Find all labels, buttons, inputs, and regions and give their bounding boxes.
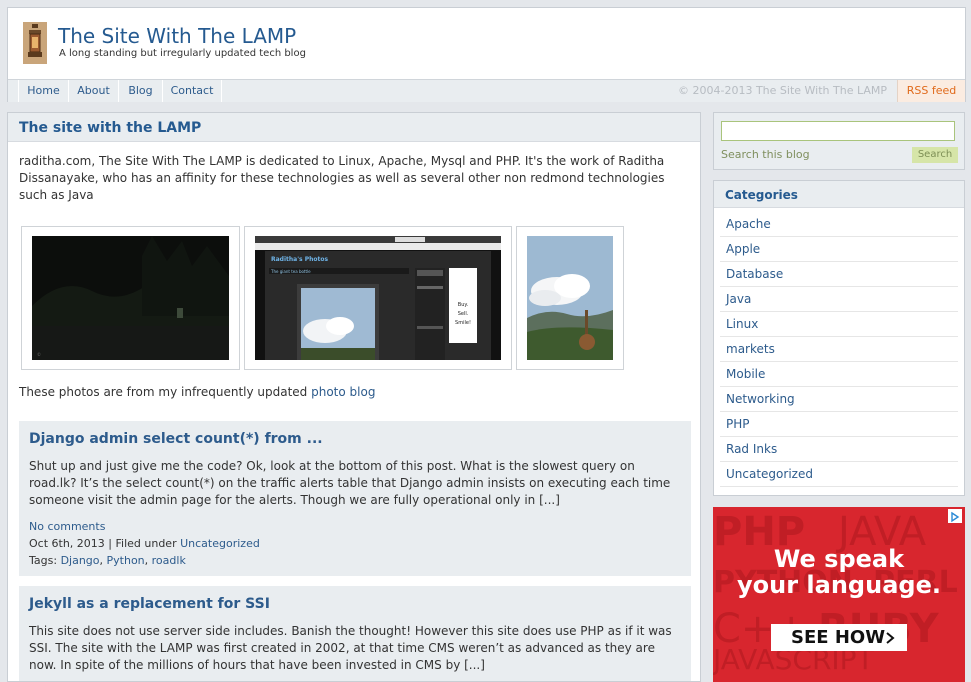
category-link-php[interactable]: PHP (726, 417, 750, 431)
list-item: markets (720, 337, 958, 362)
site-tagline: A long standing but irregularly updated … (59, 48, 306, 59)
main-nav: Home About Blog Contact © 2004-2013 The … (8, 79, 965, 102)
categories-heading: Categories (714, 181, 964, 208)
lantern-icon[interactable] (23, 22, 47, 64)
intro-text: raditha.com, The Site With The LAMP is d… (19, 154, 665, 202)
post-excerpt: Shut up and just give me the code? Ok, l… (29, 459, 671, 507)
photo-blog-screenshot: Raditha's Photos The giant tea bottle Bu… (255, 236, 501, 360)
list-item: Uncategorized (720, 462, 958, 487)
category-link-networking[interactable]: Networking (726, 392, 795, 406)
screenshot-post-title: The giant tea bottle (270, 269, 311, 274)
photo-landscape (527, 236, 613, 360)
photo-blog-link[interactable]: photo blog (311, 385, 375, 399)
list-item: Java (720, 287, 958, 312)
search-input[interactable] (721, 121, 955, 141)
screenshot-side-text-3: Smile! (455, 320, 471, 326)
photo-thumb-night[interactable]: © (21, 226, 240, 370)
screenshot-side-text-1: Buy. (458, 302, 469, 308)
category-link-apache[interactable]: Apache (726, 217, 771, 231)
tag-link-python[interactable]: Python (107, 554, 145, 567)
search-label: Search this blog (721, 148, 810, 161)
post-title: Django admin select count(*) from ... (29, 421, 681, 447)
ad-banner[interactable]: PHP JAVA PYTHON PERL C++ RUBY JAVASCRIPT… (713, 507, 965, 682)
list-item: Linux (720, 312, 958, 337)
list-item: Rad Inks (720, 437, 958, 462)
photo-note-text: These photos are from my infrequently up… (19, 385, 312, 399)
category-link-markets[interactable]: markets (726, 342, 775, 356)
post-date: Oct 6th, 2013 (29, 537, 105, 550)
list-item: Database (720, 262, 958, 287)
photo-night: © (32, 236, 229, 360)
screenshot-site-name: Raditha's Photos (271, 256, 328, 263)
post-title-link[interactable]: Django admin select count(*) from ... (29, 431, 323, 447)
post-card: Jekyll as a replacement for SSI This sit… (19, 586, 691, 681)
post-excerpt: This site does not use server side inclu… (29, 624, 672, 672)
ad-headline-2: your language. (737, 571, 941, 599)
site-title[interactable]: The Site With The LAMP (58, 24, 296, 48)
photo-strip: © Raditha's Photos The giant tea bottle (21, 226, 641, 372)
ad-info-icon[interactable] (948, 509, 962, 523)
post-date-line: Oct 6th, 2013 | Filed under Uncategorize… (29, 537, 260, 550)
search-button[interactable]: Search (912, 147, 958, 163)
category-link-uncategorized[interactable]: Uncategorized (726, 467, 813, 481)
rss-feed-link[interactable]: RSS feed (897, 80, 965, 102)
tags-label: Tags: (29, 554, 58, 567)
list-item: PHP (720, 412, 958, 437)
category-link-linux[interactable]: Linux (726, 317, 758, 331)
photo-thumb-landscape[interactable] (516, 226, 624, 370)
intro-heading: The site with the LAMP (8, 113, 700, 142)
site-header: The Site With The LAMP A long standing b… (7, 7, 966, 102)
category-link-mobile[interactable]: Mobile (726, 367, 765, 381)
screenshot-side-text-2: Sell. (458, 311, 469, 317)
list-item: Apple (720, 237, 958, 262)
nav-contact[interactable]: Contact (163, 80, 222, 102)
comments-link[interactable]: No comments (29, 520, 105, 533)
filed-label: Filed under (115, 537, 177, 550)
categories-widget: Categories Apache Apple Database Java Li… (713, 180, 965, 496)
post-category-link[interactable]: Uncategorized (180, 537, 260, 550)
category-link-java[interactable]: Java (726, 292, 751, 306)
nav-home[interactable]: Home (18, 80, 69, 102)
category-link-rad-inks[interactable]: Rad Inks (726, 442, 777, 456)
nav-blog[interactable]: Blog (119, 80, 163, 102)
nav-about[interactable]: About (69, 80, 119, 102)
tag-link-django[interactable]: Django (61, 554, 100, 567)
post-card: Django admin select count(*) from ... Sh… (19, 421, 691, 576)
post-comments: No comments (29, 518, 681, 535)
chevron-right-icon (886, 632, 895, 644)
category-list: Apache Apple Database Java Linux markets… (720, 212, 958, 487)
photo-note: These photos are from my infrequently up… (19, 385, 375, 399)
main-content: The site with the LAMP raditha.com, The … (7, 112, 701, 682)
post-title: Jekyll as a replacement for SSI (29, 586, 681, 612)
copyright-text: © 2004-2013 The Site With The LAMP (678, 84, 887, 97)
list-item: Apache (720, 212, 958, 237)
tag-link-roadlk[interactable]: roadlk (152, 554, 186, 567)
ad-cta-label: SEE HOW (791, 627, 886, 648)
photo-thumb-screenshot[interactable]: Raditha's Photos The giant tea bottle Bu… (244, 226, 512, 370)
category-link-apple[interactable]: Apple (726, 242, 760, 256)
post-title-link[interactable]: Jekyll as a replacement for SSI (29, 596, 270, 612)
ad-cta-button[interactable]: SEE HOW (771, 624, 907, 651)
category-link-database[interactable]: Database (726, 267, 783, 281)
search-widget: Search this blog Search (713, 112, 965, 170)
post-tags-line: Tags: Django, Python, roadlk (29, 554, 186, 567)
list-item: Networking (720, 387, 958, 412)
svg-text:©: © (37, 352, 41, 357)
list-item: Mobile (720, 362, 958, 387)
ad-headline-1: We speak (773, 545, 905, 573)
